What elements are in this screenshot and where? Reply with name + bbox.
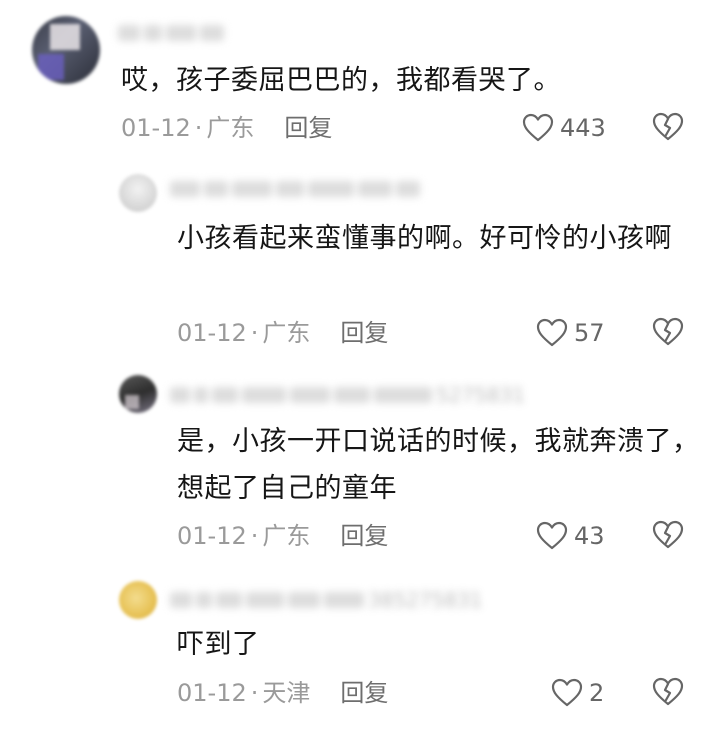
username[interactable]: 5275831 [170, 384, 540, 406]
comment-date: 01-12 [177, 679, 247, 707]
comment-text: 是，小孩一开口说话的时候，我就奔溃了，想起了自己的童年 [177, 426, 700, 504]
comment-date: 01-12 [177, 522, 247, 550]
username[interactable] [170, 178, 420, 200]
like-count: 2 [589, 679, 605, 707]
comment-1: 哎，孩子委屈巴巴的，我都看哭了。 01-12 · 广东 回复 443 [0, 0, 720, 170]
comment-location: 广东 [262, 522, 311, 550]
reply-button[interactable]: 回复 [340, 522, 388, 550]
heart-outline-icon [536, 318, 568, 347]
reply-button[interactable]: 回复 [340, 679, 388, 707]
username[interactable] [118, 22, 228, 44]
comment-date: 01-12 [177, 319, 247, 347]
like-count: 443 [560, 114, 606, 142]
avatar[interactable] [119, 174, 157, 212]
comment-meta: 01-12 · 天津 回复 [177, 678, 388, 708]
comment-text: 哎，孩子委屈巴巴的，我都看哭了。 [121, 65, 561, 96]
broken-heart-icon[interactable] [652, 520, 684, 550]
reply-button[interactable]: 回复 [340, 319, 388, 347]
comment-meta: 01-12 · 广东 回复 [121, 113, 332, 143]
meta-separator: · [250, 679, 259, 707]
comment-date: 01-12 [121, 114, 191, 142]
comment-meta: 01-12 · 广东 回复 [177, 318, 388, 348]
broken-heart-icon[interactable] [652, 317, 684, 347]
comment-2: 小孩看起来蛮懂事的啊。好可怜的小孩啊 01-12 · 广东 回复 57 [0, 170, 720, 370]
heart-outline-icon [551, 678, 583, 707]
comment-meta: 01-12 · 广东 回复 [177, 521, 388, 551]
avatar[interactable] [119, 581, 157, 619]
broken-heart-icon[interactable] [652, 677, 684, 707]
meta-separator: · [250, 319, 259, 347]
comment-location: 广东 [206, 114, 255, 142]
like-button[interactable]: 443 [522, 111, 606, 145]
reply-button[interactable]: 回复 [284, 114, 332, 142]
meta-separator: · [194, 114, 203, 142]
heart-outline-icon [522, 113, 554, 142]
comment-text: 吓到了 [177, 629, 260, 660]
username-fragment: 385275831 [368, 589, 483, 611]
heart-outline-icon [536, 521, 568, 550]
broken-heart-icon[interactable] [652, 112, 684, 142]
like-count: 43 [574, 522, 605, 550]
like-button[interactable]: 2 [551, 676, 604, 710]
like-button[interactable]: 43 [536, 519, 605, 553]
comment-location: 天津 [262, 679, 311, 707]
like-count: 57 [574, 319, 605, 347]
comment-4: 385275831 吓到了 01-12 · 天津 回复 2 [0, 575, 720, 741]
avatar[interactable] [119, 375, 157, 413]
like-button[interactable]: 57 [536, 316, 605, 350]
meta-separator: · [250, 522, 259, 550]
comment-text: 小孩看起来蛮懂事的啊。好可怜的小孩啊 [177, 223, 672, 254]
avatar[interactable] [32, 16, 100, 84]
username[interactable]: 385275831 [170, 589, 530, 611]
username-fragment: 5275831 [436, 384, 526, 406]
comment-3: 5275831 是，小孩一开口说话的时候，我就奔溃了，想起了自己的童年 01-1… [0, 370, 720, 575]
comment-location: 广东 [262, 319, 311, 347]
